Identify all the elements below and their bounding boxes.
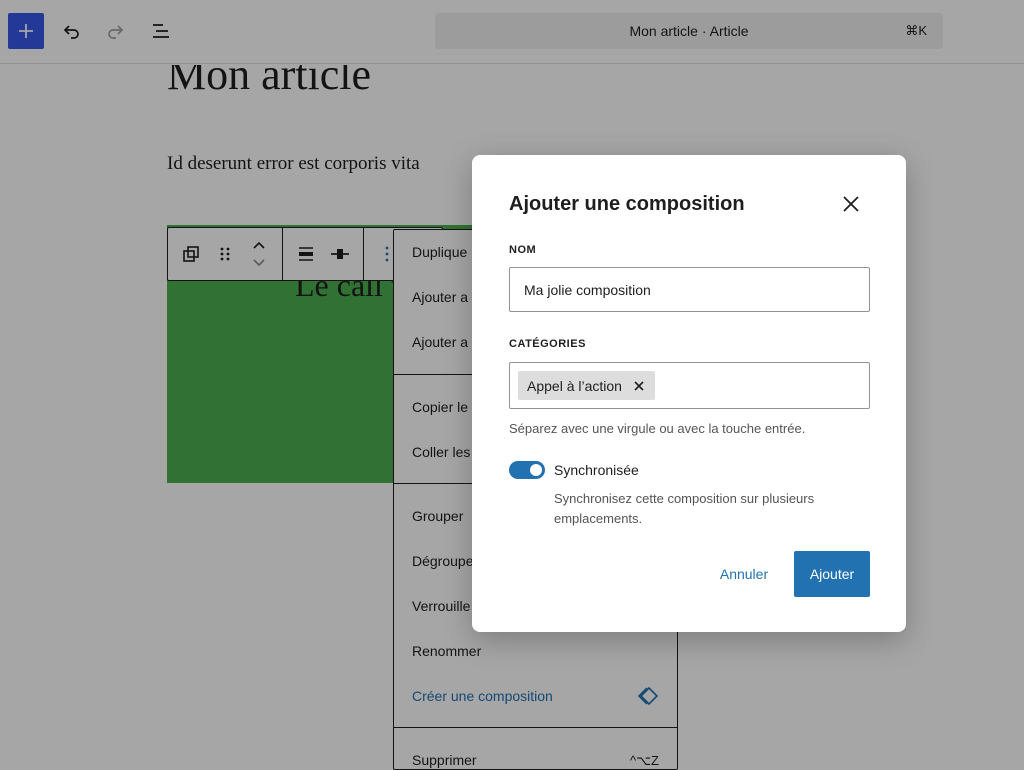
remove-category-button[interactable]	[632, 379, 646, 393]
sync-help: Synchronisez cette composition sur plusi…	[554, 491, 815, 526]
categories-token-field[interactable]: Appel à l’action	[509, 362, 870, 409]
toggle-knob	[530, 464, 542, 476]
close-icon	[843, 196, 859, 212]
name-label: NOM	[509, 244, 537, 256]
categories-help: Séparez avec une virgule ou avec la touc…	[509, 421, 806, 436]
sync-toggle[interactable]	[509, 461, 545, 479]
category-chip-label: Appel à l’action	[527, 377, 622, 394]
pattern-name-input[interactable]	[509, 267, 870, 312]
add-pattern-modal: Ajouter une composition NOM CATÉGORIES A…	[472, 155, 906, 632]
close-button[interactable]	[838, 191, 864, 217]
category-chip: Appel à l’action	[518, 371, 655, 400]
categories-label: CATÉGORIES	[509, 338, 586, 350]
add-button[interactable]: Ajouter	[794, 551, 870, 597]
modal-title: Ajouter une composition	[509, 193, 745, 215]
sync-label: Synchronisée	[554, 462, 639, 478]
cancel-button[interactable]: Annuler	[708, 551, 780, 597]
close-icon	[634, 380, 644, 391]
